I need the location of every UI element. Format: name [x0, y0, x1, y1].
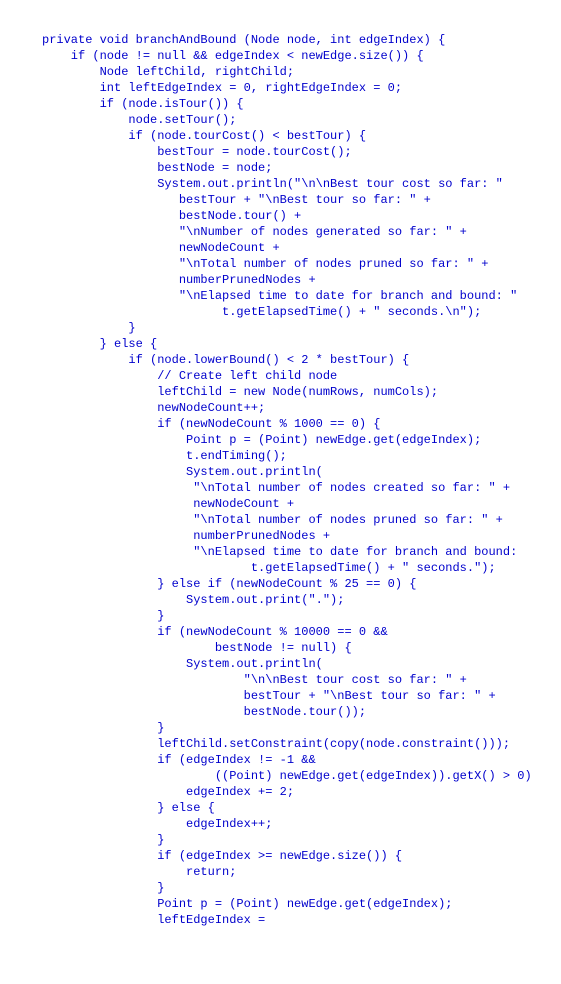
code-block: private void branchAndBound (Node node, … — [0, 0, 561, 928]
code-content: private void branchAndBound (Node node, … — [42, 33, 532, 927]
